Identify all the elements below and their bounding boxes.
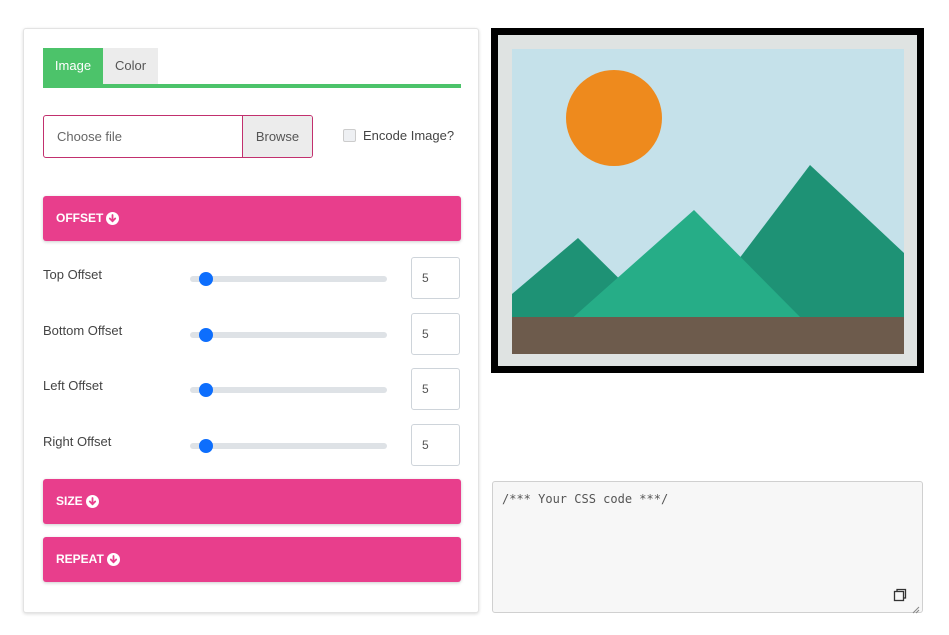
landscape-placeholder-icon	[512, 49, 904, 354]
arrow-circle-down-icon	[106, 553, 120, 566]
preview-canvas	[498, 35, 917, 366]
slider-thumb[interactable]	[198, 328, 213, 342]
repeat-section-label: REPEAT	[56, 552, 104, 566]
copy-icon[interactable]	[893, 588, 907, 602]
tab-color[interactable]: Color	[103, 48, 158, 84]
tab-underline	[43, 84, 461, 88]
slider-thumb[interactable]	[198, 383, 213, 397]
file-input-placeholder: Choose file	[57, 129, 123, 144]
top-offset-label: Top Offset	[43, 267, 103, 282]
top-offset-slider[interactable]	[190, 272, 387, 286]
tab-image[interactable]: Image	[43, 48, 103, 84]
offset-section-button[interactable]: OFFSET	[43, 196, 461, 241]
encode-image-checkbox[interactable]	[343, 129, 356, 142]
offset-row-left: Left Offset 5	[43, 368, 461, 410]
offset-row-bottom: Bottom Offset 5	[43, 313, 461, 355]
offset-row-top: Top Offset 5	[43, 257, 461, 299]
right-offset-label: Right Offset	[43, 434, 112, 449]
css-code-placeholder: /*** Your CSS code ***/	[502, 492, 669, 506]
arrow-circle-down-icon	[106, 212, 120, 225]
offset-row-right: Right Offset 5	[43, 424, 461, 466]
arrow-circle-down-icon	[85, 495, 99, 508]
encode-image-label: Encode Image?	[363, 128, 455, 143]
left-offset-label: Left Offset	[43, 378, 103, 393]
top-offset-input[interactable]: 5	[411, 257, 460, 299]
right-offset-slider[interactable]	[190, 439, 387, 453]
slider-thumb[interactable]	[198, 439, 213, 453]
border-image-preview	[491, 28, 924, 373]
css-code-output[interactable]: /*** Your CSS code ***/	[492, 481, 923, 614]
tab-bar: Image Color	[43, 48, 461, 88]
left-offset-slider[interactable]	[190, 383, 387, 397]
bottom-offset-label: Bottom Offset	[43, 323, 123, 338]
slider-thumb[interactable]	[198, 272, 213, 286]
repeat-section-button[interactable]: REPEAT	[43, 537, 461, 582]
file-input[interactable]: Choose file Browse	[43, 115, 313, 158]
left-offset-input[interactable]: 5	[411, 368, 460, 410]
bottom-offset-slider[interactable]	[190, 328, 387, 342]
size-section-label: SIZE	[56, 494, 83, 508]
resize-handle-icon[interactable]	[911, 601, 920, 614]
offset-section-label: OFFSET	[56, 211, 104, 225]
bottom-offset-input[interactable]: 5	[411, 313, 460, 355]
right-offset-input[interactable]: 5	[411, 424, 460, 466]
settings-panel: Image Color Choose file Browse Encode Im…	[23, 28, 479, 613]
browse-button[interactable]: Browse	[242, 116, 312, 157]
size-section-button[interactable]: SIZE	[43, 479, 461, 524]
